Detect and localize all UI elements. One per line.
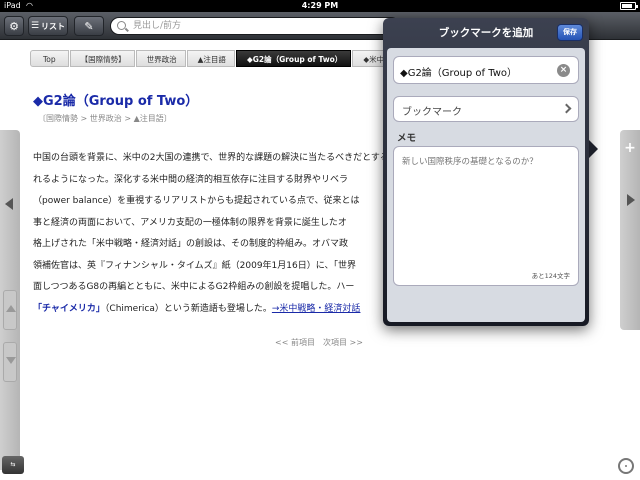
bookmark-name-input[interactable] xyxy=(400,63,550,79)
related-entry-link[interactable]: →米中戦略・経済対話 xyxy=(272,304,361,314)
list-button[interactable]: ☰ リスト xyxy=(28,16,68,36)
wheel-icon[interactable] xyxy=(618,458,634,474)
status-time: 4:29 PM xyxy=(301,1,339,10)
article-title: ◆G2論（Group of Two） xyxy=(33,94,199,109)
status-bar: iPad ◠ 4:29 PM xyxy=(0,0,640,12)
bookmark-folder-row[interactable]: ブックマーク xyxy=(393,96,579,122)
list-button-label: リスト xyxy=(41,21,66,31)
breadcrumb-item-current[interactable]: ◆G2論（Group of Two） xyxy=(235,50,352,67)
popover-arrow xyxy=(589,140,598,158)
right-nav-rail: + xyxy=(620,130,640,330)
battery-level xyxy=(622,4,633,8)
settings-button[interactable]: ⚙ xyxy=(4,16,24,36)
history-button[interactable]: ✎ xyxy=(74,16,104,36)
search-field[interactable] xyxy=(110,17,400,35)
search-input[interactable] xyxy=(133,19,393,33)
breadcrumb-item[interactable]: ▲注目語 xyxy=(186,50,235,67)
left-nav-rail xyxy=(0,130,20,470)
article-text: （Chimerica）という新造語も登場した。 xyxy=(104,303,272,314)
emphasis-term: 「チャイメリカ」 xyxy=(33,303,105,314)
gear-icon: ⚙ xyxy=(9,19,19,33)
previous-arrow-icon[interactable] xyxy=(5,198,13,210)
breadcrumb-item[interactable]: Top xyxy=(30,50,69,67)
chevron-right-icon xyxy=(561,103,572,114)
pen-icon: ✎ xyxy=(84,19,94,33)
bookmark-name-field[interactable]: × xyxy=(393,56,579,84)
save-button[interactable]: 保存 xyxy=(557,24,583,41)
char-count: あと124文字 xyxy=(531,272,570,280)
breadcrumb-item[interactable]: 【国際情勢】 xyxy=(69,50,135,67)
previous-entry-link[interactable]: << 前項目 xyxy=(275,338,315,347)
memo-box[interactable]: あと124文字 xyxy=(393,146,579,286)
list-icon: ☰ xyxy=(30,21,40,31)
pager: << 前項目 次項目 >> xyxy=(275,337,371,348)
clear-icon[interactable]: × xyxy=(557,64,570,77)
memo-label: メモ xyxy=(397,133,417,144)
search-icon xyxy=(117,21,126,30)
next-entry-link[interactable]: 次項目 >> xyxy=(323,338,363,347)
popover-body: × ブックマーク メモ あと124文字 xyxy=(387,48,585,322)
battery-icon xyxy=(620,2,638,10)
article-category-path: 〔国際情勢 > 世界政治 > ▲注目語〕 xyxy=(38,114,172,123)
memo-textarea[interactable] xyxy=(402,155,570,265)
jump-icon[interactable]: ⇆ xyxy=(2,456,24,474)
zoom-in-icon[interactable]: + xyxy=(623,140,637,156)
scroll-up-button[interactable] xyxy=(3,290,17,330)
folder-label: ブックマーク xyxy=(402,107,462,118)
add-bookmark-popover: ブックマークを追加 保存 × ブックマーク メモ あと124文字 xyxy=(383,18,589,326)
breadcrumb-item[interactable]: 世界政治 xyxy=(135,50,186,67)
next-arrow-icon[interactable] xyxy=(627,194,635,206)
scroll-down-button[interactable] xyxy=(3,342,17,382)
popover-header: ブックマークを追加 保存 xyxy=(383,18,589,48)
